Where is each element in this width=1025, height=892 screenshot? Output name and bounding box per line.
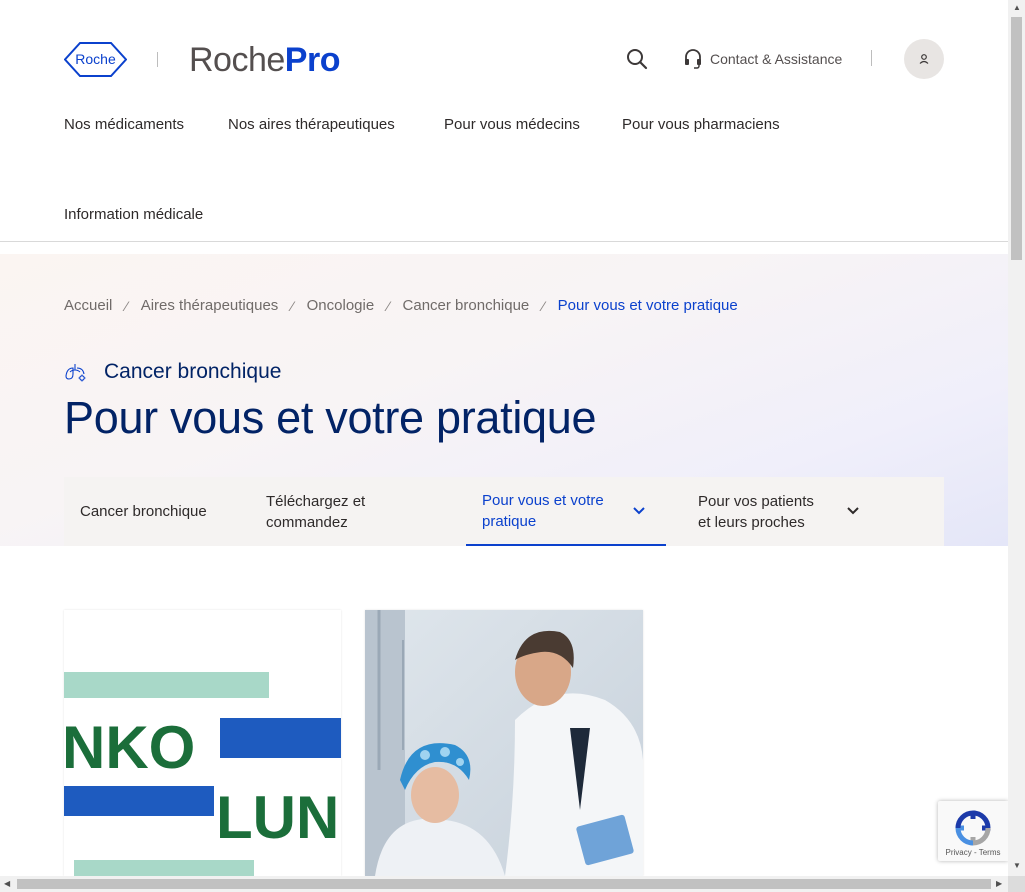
tab-label: Pour vos patients et leurs proches — [698, 492, 814, 531]
vertical-scrollbar[interactable]: ▲ ▼ — [1008, 0, 1025, 876]
header-divider — [871, 50, 872, 66]
content-card-onkolungs[interactable]: NKO LUN — [64, 610, 341, 876]
breadcrumb-separator: ⁄ — [387, 297, 390, 314]
recaptcha-links: Privacy - Terms — [938, 848, 1008, 857]
contact-label: Contact & Assistance — [710, 51, 843, 67]
therapeutic-area: Cancer bronchique — [64, 360, 281, 384]
nav-item-medecins[interactable]: Pour vous médecins — [444, 116, 580, 133]
tab-pour-vous-pratique[interactable]: Pour vous et votre pratique — [466, 477, 666, 546]
content-card-doctor-patient[interactable] — [365, 610, 643, 876]
chevron-down-icon — [633, 507, 645, 515]
recaptcha-badge[interactable]: Privacy - Terms — [938, 801, 1008, 861]
nav-item-medicaments[interactable]: Nos médicaments — [64, 116, 184, 133]
doctor-patient-photo — [365, 610, 643, 876]
tab-label: Téléchargez et commandez — [266, 492, 366, 531]
horizontal-scrollbar-thumb[interactable] — [17, 879, 991, 889]
roche-logo[interactable]: Roche — [64, 42, 127, 77]
scrollbar-corner — [1008, 876, 1025, 892]
logo-divider — [157, 52, 158, 67]
horizontal-scrollbar[interactable]: ◀ ▶ — [0, 876, 1008, 892]
hero-section: Accueil ⁄ Aires thérapeutiques ⁄ Oncolog… — [0, 254, 1008, 546]
scroll-left-arrow-icon[interactable]: ◀ — [4, 880, 10, 888]
roche-logo-text: Roche — [75, 51, 116, 67]
account-button[interactable] — [904, 39, 944, 79]
image-text-bottom: LUN — [216, 784, 339, 851]
headset-icon — [685, 49, 701, 69]
recaptcha-terms-link[interactable]: Terms — [979, 848, 1001, 857]
user-icon — [919, 54, 929, 64]
lungs-icon — [65, 364, 86, 382]
breadcrumb-item-cancer-bronchique[interactable]: Cancer bronchique — [403, 297, 530, 314]
recaptcha-icon — [955, 810, 991, 846]
chevron-down-icon — [847, 507, 859, 515]
area-label[interactable]: Cancer bronchique — [104, 360, 281, 384]
breadcrumb-item-oncologie[interactable]: Oncologie — [307, 297, 375, 314]
scroll-right-arrow-icon[interactable]: ▶ — [996, 880, 1002, 888]
breadcrumb-separator: ⁄ — [125, 297, 128, 314]
site-header: Roche RochePro Contact & Assistance Nos … — [0, 0, 1008, 242]
nav-item-aires-therapeutiques[interactable]: Nos aires thérapeutiques — [228, 116, 395, 133]
section-subnav: Cancer bronchique Téléchargez et commande… — [64, 477, 944, 546]
brand-name-part2: Pro — [284, 41, 341, 79]
onkolungs-logo-image: NKO LUN — [64, 610, 341, 876]
breadcrumb: Accueil ⁄ Aires thérapeutiques ⁄ Oncolog… — [64, 297, 738, 314]
recaptcha-separator: - — [973, 848, 977, 857]
breadcrumb-separator: ⁄ — [291, 297, 294, 314]
vertical-scrollbar-thumb[interactable] — [1011, 17, 1022, 260]
tab-label: Cancer bronchique — [80, 503, 207, 520]
tab-telechargez-commandez[interactable]: Téléchargez et commandez — [266, 477, 456, 546]
nav-item-information-medicale[interactable]: Information médicale — [64, 206, 203, 223]
brand-name-part1: Roche — [189, 41, 285, 79]
search-icon — [627, 49, 648, 70]
tab-label: Pour vous et votre pratique — [482, 491, 604, 530]
contact-assistance-link[interactable]: Contact & Assistance — [684, 47, 842, 71]
page-title: Pour vous et votre pratique — [64, 392, 597, 443]
breadcrumb-separator: ⁄ — [542, 297, 545, 314]
rochepro-brand[interactable]: RochePro — [189, 40, 340, 80]
tab-patients-proches[interactable]: Pour vos patients et leurs proches — [698, 477, 898, 546]
breadcrumb-item-current: Pour vous et votre pratique — [557, 297, 738, 314]
breadcrumb-item-aires[interactable]: Aires thérapeutiques — [141, 297, 279, 314]
tab-cancer-bronchique[interactable]: Cancer bronchique — [80, 477, 250, 546]
search-button[interactable] — [625, 47, 649, 71]
scroll-up-arrow-icon[interactable]: ▲ — [1013, 4, 1021, 12]
nav-item-pharmaciens[interactable]: Pour vous pharmaciens — [622, 116, 780, 133]
recaptcha-privacy-link[interactable]: Privacy — [946, 848, 972, 857]
scroll-down-arrow-icon[interactable]: ▼ — [1013, 862, 1021, 870]
breadcrumb-item-accueil[interactable]: Accueil — [64, 297, 112, 314]
image-text-top: NKO — [64, 714, 195, 781]
